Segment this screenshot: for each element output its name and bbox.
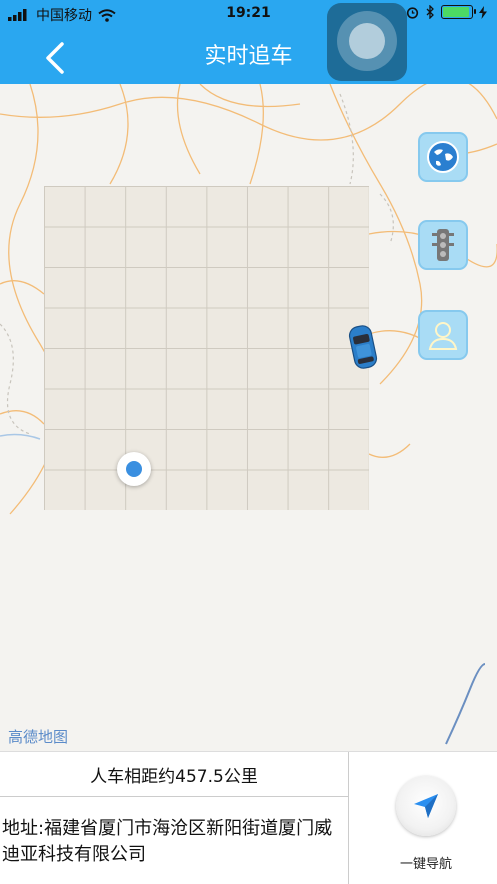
- map-grid-area: [44, 186, 369, 510]
- alarm-icon: [406, 6, 419, 19]
- person-icon: [428, 322, 458, 350]
- user-location-button[interactable]: [418, 310, 468, 360]
- info-panel: 人车相距约457.5公里 地址:福建省厦门市海沧区新阳街道厦门威迪亚科技有限公司…: [0, 751, 497, 884]
- user-location-dot: [126, 461, 142, 477]
- panel-divider: [348, 752, 349, 884]
- charging-icon: [479, 5, 487, 19]
- assistive-touch-button[interactable]: [327, 3, 407, 81]
- map-layer-button[interactable]: [418, 132, 468, 182]
- map-view[interactable]: 高德地图: [0, 84, 497, 751]
- map-provider-logo: 高德地图: [8, 728, 69, 746]
- page-title: 实时追车: [204, 44, 293, 69]
- distance-label: 人车相距约457.5公里: [0, 752, 348, 797]
- traffic-toggle-button[interactable]: [418, 220, 468, 270]
- traffic-light-icon: [432, 229, 454, 261]
- status-bar: 中国移动 19:21: [0, 0, 497, 28]
- globe-icon: [427, 141, 459, 173]
- assistive-touch-core: [349, 23, 385, 59]
- battery-icon: [441, 5, 476, 19]
- bluetooth-icon: [426, 5, 434, 19]
- navigate-button[interactable]: [396, 776, 456, 836]
- navigation-bar: 实时追车: [0, 28, 497, 84]
- user-location-marker: [117, 452, 151, 486]
- navigation-arrow-icon: [414, 794, 438, 818]
- navigate-label: 一键导航: [399, 857, 452, 872]
- address-label: 地址:福建省厦门市海沧区新阳街道厦门威迪亚科技有限公司: [2, 818, 333, 865]
